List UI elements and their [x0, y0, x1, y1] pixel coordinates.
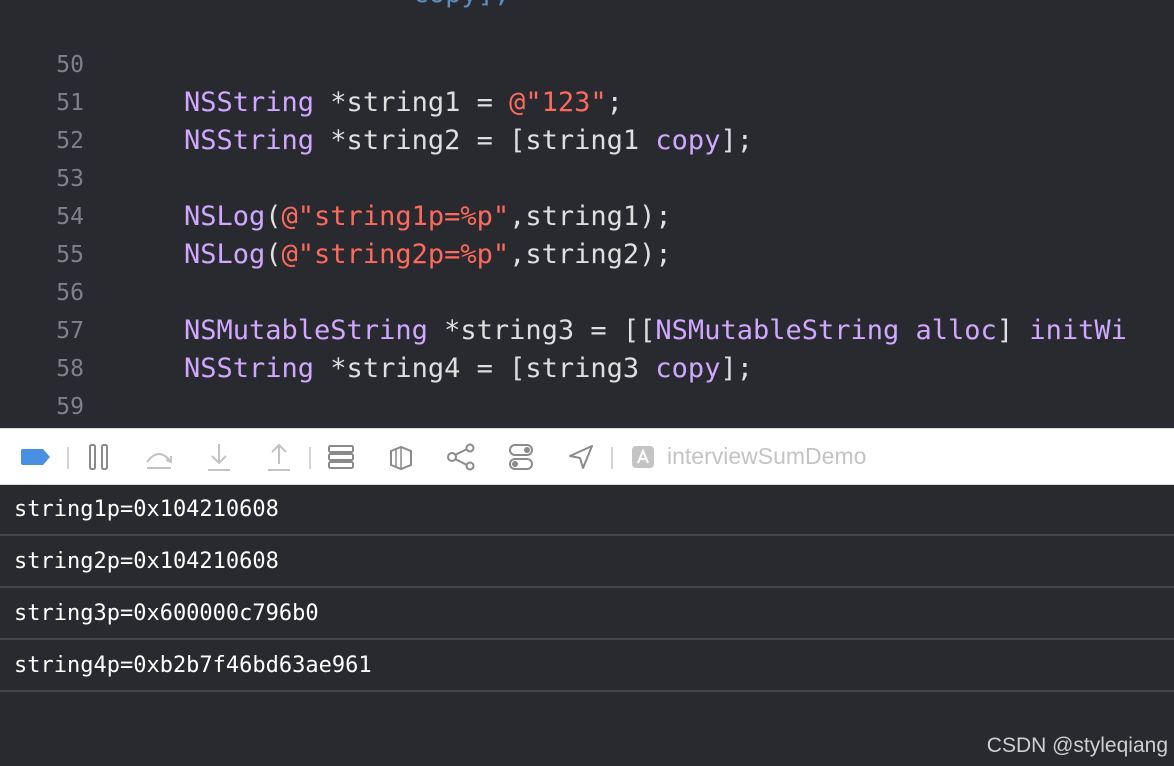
simulate-location-icon[interactable]: [565, 441, 597, 473]
debug-toolbar: interviewSumDemo: [0, 428, 1174, 485]
view-hierarchy-icon[interactable]: [325, 441, 357, 473]
toggle-switches-icon[interactable]: [505, 441, 537, 473]
environment-overrides-icon[interactable]: [445, 441, 477, 473]
code-line: 56 NSMutableString *string3 = [[NSMutabl…: [0, 236, 1174, 346]
toolbar-divider: [611, 447, 613, 469]
partial-code-line: copy];: [120, 0, 511, 9]
step-over-icon[interactable]: [143, 441, 175, 473]
code-line: 58: [0, 312, 1174, 382]
console-output-line: string4p=0xb2b7f46bd63ae961: [0, 641, 1174, 692]
code-line: 54 NSLog(@"string2p=%p",string2);: [0, 160, 1174, 270]
step-into-icon[interactable]: [203, 441, 235, 473]
app-icon[interactable]: [627, 441, 659, 473]
debug-console[interactable]: string1p=0x104210608 string2p=0x10421060…: [0, 485, 1174, 766]
breakpoint-toggle-icon[interactable]: [20, 441, 52, 473]
memory-graph-icon[interactable]: [385, 441, 417, 473]
code-line: 57 NSString *string4 = [string3 copy];: [0, 274, 1174, 384]
code-line: 55: [0, 198, 1174, 268]
watermark: CSDN @styleqiang: [986, 734, 1168, 757]
toolbar-divider: [67, 447, 69, 469]
code-line: 59 NSLog(@"string3p=%p",string3);: [0, 350, 1174, 420]
code-line: 53 NSLog(@"string1p=%p",string1);: [0, 122, 1174, 232]
console-output-line: string1p=0x104210608: [0, 485, 1174, 536]
toolbar-divider: [309, 447, 311, 469]
code-line: 60 NSLog(@"string4p=%p",string4);: [0, 388, 1174, 426]
step-out-icon[interactable]: [263, 441, 295, 473]
console-output-line: string3p=0x600000c796b0: [0, 589, 1174, 640]
pause-icon[interactable]: [83, 441, 115, 473]
code-line: 50 NSString *string1 = @"123";: [0, 8, 1174, 118]
console-output-line: string2p=0x104210608: [0, 537, 1174, 588]
code-line: 51 NSString *string2 = [string1 copy];: [0, 46, 1174, 156]
code-line: 52: [0, 84, 1174, 154]
code-editor[interactable]: copy]; 50 NSString *string1 = @"123"; 51…: [0, 0, 1174, 428]
target-app-name[interactable]: interviewSumDemo: [667, 443, 866, 470]
